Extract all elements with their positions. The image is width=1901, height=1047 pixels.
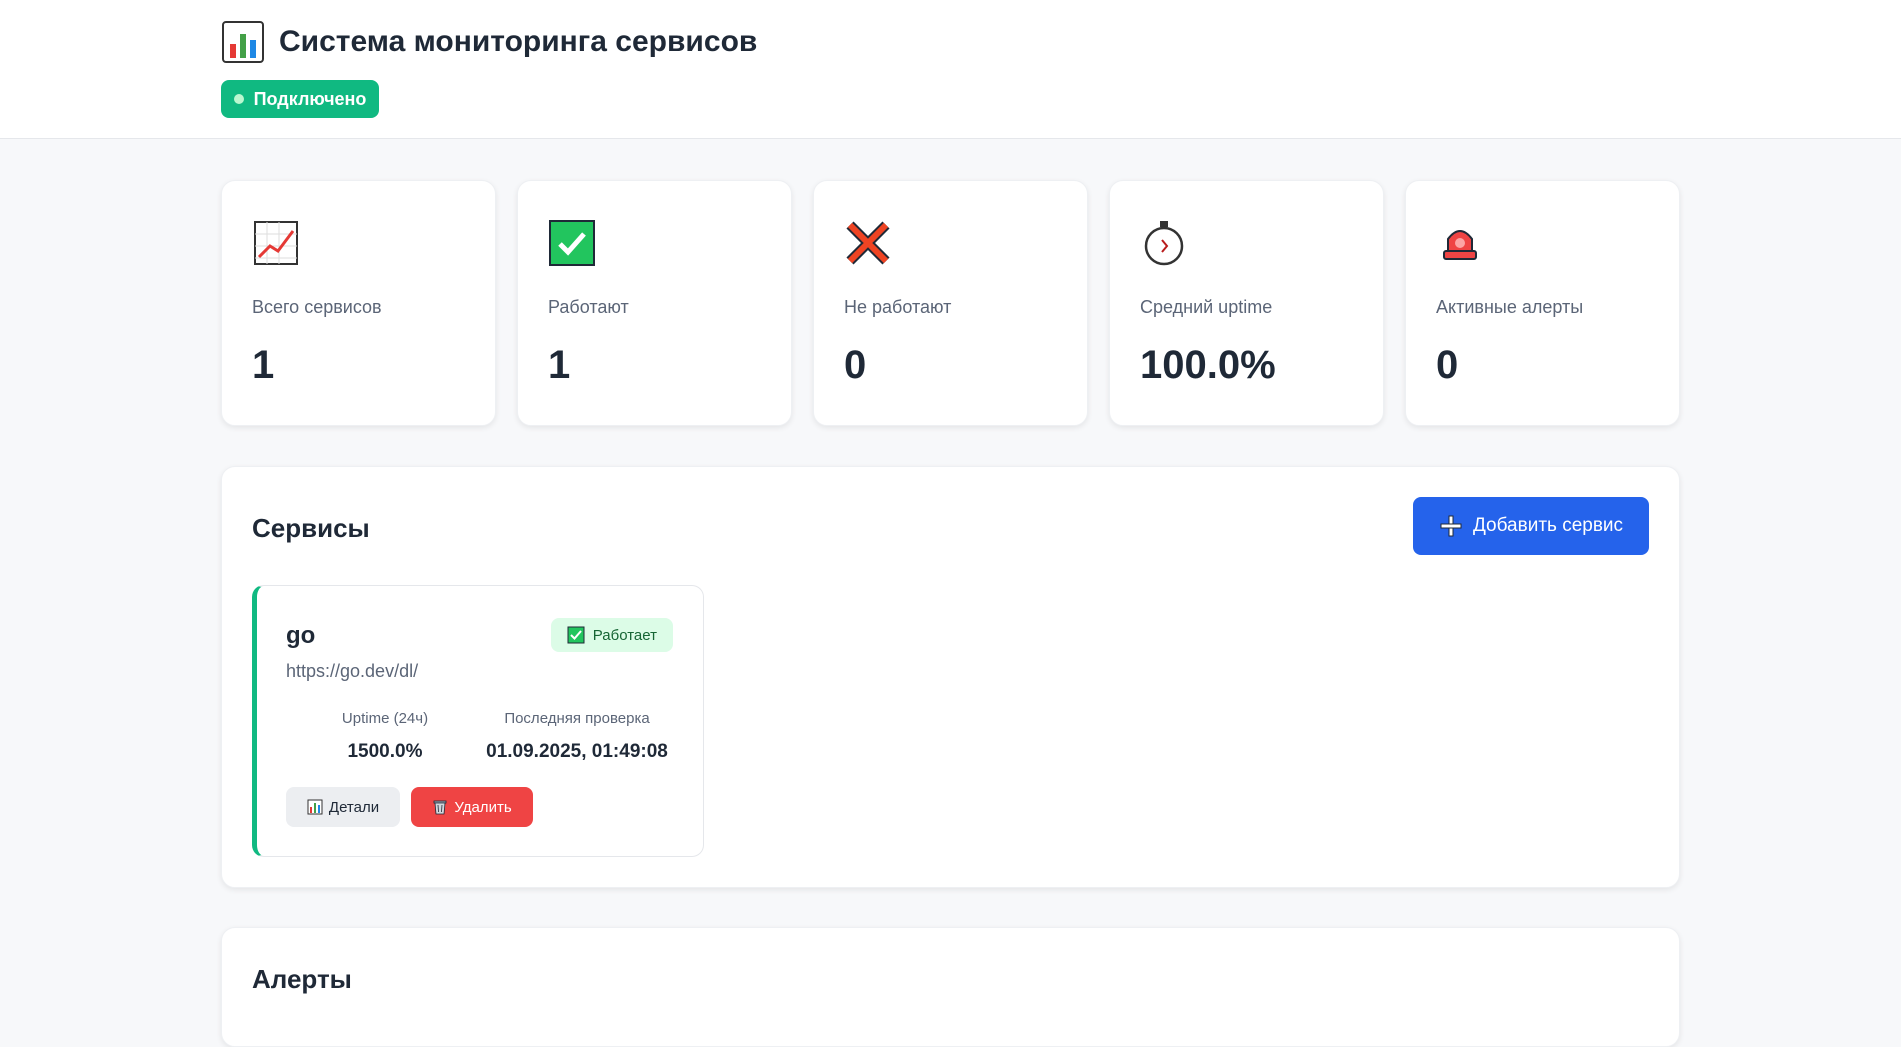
page-title: Система мониторинга сервисов [279,25,758,58]
stat-label: Средний uptime [1140,297,1273,317]
service-card: go https://go.dev/dl/ Работает Uptime (2… [252,585,704,857]
stat-card-uptime: Средний uptime 100.0% [1109,180,1384,426]
services-panel: Сервисы Добавить сервис go https://go.de… [221,466,1680,888]
service-name: go [286,622,316,649]
stat-label: Работают [548,297,629,317]
stat-card-total: Всего сервисов 1 [221,180,496,426]
cross-mark-icon [846,221,890,265]
stats-row: Всего сервисов 1 Работают 1 Не работают … [221,180,1680,426]
check-mark-icon [549,220,595,266]
title-row: Система мониторинга сервисов [221,20,757,64]
details-label: Детали [328,798,380,816]
alerts-panel: Алерты [221,927,1680,1047]
page-header: Система мониторинга сервисов Подключено [0,0,1901,139]
uptime-metric: Uptime (24ч) 1500.0% [317,710,453,763]
stat-card-down: Не работают 0 [813,180,1088,426]
stat-value: 1 [548,343,571,387]
bar-chart-icon [222,21,264,63]
status-dot [233,94,244,104]
connection-status-label: Подключено [253,88,367,109]
stat-card-alerts: Активные алерты 0 [1405,180,1680,426]
stat-label: Всего сервисов [252,297,382,317]
trash-icon [433,800,447,815]
plus-icon [1440,515,1462,537]
chart-increasing-icon [254,221,298,265]
stat-value: 100.0% [1140,343,1276,387]
stat-value: 0 [1436,343,1459,387]
alerts-title: Алерты [252,964,352,994]
add-service-button[interactable]: Добавить сервис [1413,497,1649,555]
connection-status-badge: Подключено [221,80,379,118]
add-service-label: Добавить сервис [1472,515,1624,536]
stat-card-up: Работают 1 [517,180,792,426]
stat-label: Не работают [844,297,952,317]
stat-value: 0 [844,343,867,387]
services-title: Сервисы [252,513,370,543]
check-mark-icon [567,626,585,644]
delete-label: Удалить [454,798,512,816]
delete-button[interactable]: Удалить [411,787,533,827]
last-check-label: Последняя проверка [504,710,650,727]
stat-label: Активные алерты [1436,297,1584,317]
uptime-value: 1500.0% [347,741,423,762]
details-button[interactable]: Детали [286,787,400,827]
stopwatch-icon [1144,221,1184,266]
stat-value: 1 [252,343,275,387]
uptime-label: Uptime (24ч) [341,710,429,727]
service-status-badge: Работает [550,618,673,652]
siren-icon [1443,230,1477,260]
last-check-value: 01.09.2025, 01:49:08 [486,741,668,762]
last-check-metric: Последняя проверка 01.09.2025, 01:49:08 [477,710,677,763]
service-url: https://go.dev/dl/ [286,661,419,681]
bar-chart-icon [307,799,323,815]
service-status-label: Работает [592,626,657,644]
